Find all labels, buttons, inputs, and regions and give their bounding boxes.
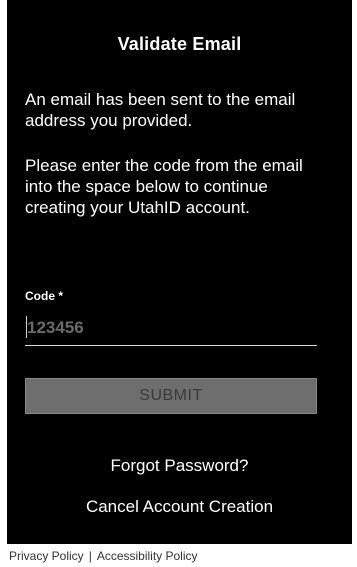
- submit-button[interactable]: SUBMIT: [25, 378, 317, 414]
- code-field-label: Code *: [25, 289, 64, 303]
- email-sent-message: An email has been sent to the email addr…: [25, 90, 296, 130]
- code-input[interactable]: [25, 310, 317, 346]
- text-cursor: [26, 316, 27, 338]
- enter-code-instructions: Please enter the code from the email int…: [25, 156, 303, 217]
- footer-separator: |: [88, 549, 92, 563]
- cancel-account-creation-link[interactable]: Cancel Account Creation: [7, 497, 352, 517]
- dialog-title: Validate Email: [117, 34, 242, 54]
- privacy-policy-link[interactable]: Privacy Policy: [9, 549, 84, 563]
- validate-email-panel: Validate Email An email has been sent to…: [7, 0, 352, 544]
- forgot-password-link[interactable]: Forgot Password?: [7, 456, 352, 476]
- accessibility-policy-link[interactable]: Accessibility Policy: [97, 549, 198, 563]
- footer-links: Privacy Policy | Accessibility Policy: [9, 549, 198, 563]
